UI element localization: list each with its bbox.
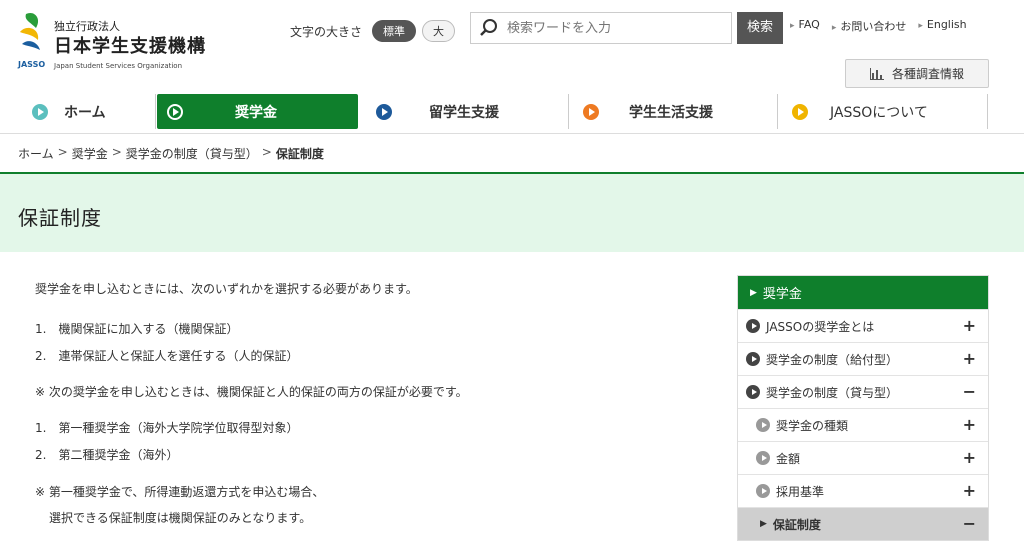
font-size-large-button[interactable]: 大 bbox=[422, 20, 456, 42]
nav-item-scholarship[interactable]: 奨学金 bbox=[157, 94, 358, 129]
font-size-switcher: 文字の大きさ 標準 大 bbox=[290, 20, 456, 42]
play-circle-icon bbox=[756, 418, 770, 432]
breadcrumb-separator-icon: > bbox=[111, 145, 122, 159]
list-item: 1. 機関保証に加入する（機関保証） bbox=[35, 322, 239, 336]
font-size-label: 文字の大きさ bbox=[290, 24, 363, 39]
sidebar-item-scholarship-types[interactable]: 奨学金の種類 + bbox=[738, 408, 988, 441]
nav-label: 奨学金 bbox=[235, 104, 277, 121]
triangle-right-icon: ▶ bbox=[760, 519, 767, 529]
page-title-bar: 保証制度 bbox=[0, 172, 1024, 252]
breadcrumb-scholarship[interactable]: 奨学金 bbox=[72, 145, 108, 162]
play-circle-icon bbox=[746, 385, 760, 399]
logo-english-name: Japan Student Services Organization bbox=[54, 62, 183, 70]
breadcrumb-separator-icon: > bbox=[261, 145, 272, 159]
sidebar-item-amount[interactable]: 金額 + bbox=[738, 441, 988, 474]
note-text: ※ 次の奨学金を申し込むときは、機関保証と人的保証の両方の保証が必要です。 bbox=[35, 385, 468, 399]
play-circle-icon bbox=[756, 451, 770, 465]
note-text: ※ 第一種奨学金で、所得連動返還方式を申込む場合、 bbox=[35, 485, 325, 499]
breadcrumb-separator-icon: > bbox=[57, 145, 68, 159]
english-link[interactable]: English bbox=[918, 18, 967, 34]
sidebar-item-label: 採用基準 bbox=[776, 484, 825, 499]
play-circle-icon bbox=[792, 103, 808, 120]
play-circle-icon bbox=[756, 484, 770, 498]
note-text: 選択できる保証制度は機関保証のみとなります。 bbox=[49, 511, 312, 525]
plus-icon[interactable]: + bbox=[963, 316, 976, 335]
list-item: 2. 第二種奨学金（海外） bbox=[35, 448, 179, 462]
sidebar-item-label: JASSOの奨学金とは bbox=[766, 319, 875, 334]
bar-chart-icon bbox=[869, 67, 884, 80]
play-circle-icon bbox=[746, 352, 760, 366]
sidebar-item-label: 保証制度 bbox=[772, 517, 821, 532]
sidebar-item-criteria[interactable]: 採用基準 + bbox=[738, 474, 988, 507]
plus-icon[interactable]: + bbox=[963, 448, 976, 467]
breadcrumb: ホーム > 奨学金 > 奨学金の制度（貸与型） > 保証制度 bbox=[18, 145, 324, 162]
minus-icon[interactable]: − bbox=[963, 382, 976, 401]
sidebar-item-label: 奨学金の制度（給付型） bbox=[766, 352, 899, 367]
sidebar-nav: ▶ 奨学金 JASSOの奨学金とは + 奨学金の制度（給付型） + 奨学金の制度… bbox=[737, 275, 989, 541]
search-icon bbox=[471, 13, 507, 43]
play-circle-icon bbox=[583, 103, 599, 120]
play-circle-icon bbox=[32, 103, 48, 120]
nav-divider bbox=[0, 133, 1024, 134]
faq-link[interactable]: FAQ bbox=[790, 18, 820, 34]
nav-label: ホーム bbox=[64, 104, 106, 121]
list-item: 2. 連帯保証人と保証人を選任する（人的保証） bbox=[35, 349, 299, 363]
sidebar-item-grant-system[interactable]: 奨学金の制度（給付型） + bbox=[738, 342, 988, 375]
search-box bbox=[470, 12, 732, 44]
sidebar-header-label: 奨学金 bbox=[762, 287, 802, 302]
nav-item-student-life[interactable]: 学生生活支援 bbox=[569, 94, 778, 129]
top-links: FAQ お問い合わせ English bbox=[790, 18, 967, 34]
nav-label: JASSOについて bbox=[830, 104, 928, 121]
play-circle-icon bbox=[376, 103, 392, 120]
site-logo[interactable]: 独立行政法人 日本学生支援機構 JASSO Japan Student Serv… bbox=[14, 8, 214, 70]
survey-info-label: 各種調査情報 bbox=[891, 67, 964, 81]
sidebar-header[interactable]: ▶ 奨学金 bbox=[738, 276, 988, 309]
breadcrumb-home[interactable]: ホーム bbox=[18, 145, 54, 162]
sidebar-item-guarantee-system[interactable]: ▶ 保証制度 − bbox=[738, 507, 988, 540]
intro-text: 奨学金を申し込むときには、次のいずれかを選択する必要があります。 bbox=[35, 282, 418, 296]
play-circle-icon bbox=[746, 319, 760, 333]
sidebar-item-about-scholarship[interactable]: JASSOの奨学金とは + bbox=[738, 309, 988, 342]
play-circle-icon bbox=[167, 103, 183, 120]
survey-info-button[interactable]: 各種調査情報 bbox=[845, 59, 989, 88]
logo-name: 日本学生支援機構 bbox=[54, 36, 206, 57]
triangle-right-icon: ▶ bbox=[750, 287, 757, 298]
minus-icon[interactable]: − bbox=[963, 514, 976, 533]
plus-icon[interactable]: + bbox=[963, 415, 976, 434]
sidebar-item-loan-system[interactable]: 奨学金の制度（貸与型） − bbox=[738, 375, 988, 408]
breadcrumb-current: 保証制度 bbox=[275, 147, 324, 161]
jasso-logo-mark-icon bbox=[20, 12, 40, 50]
nav-item-home[interactable]: ホーム bbox=[18, 94, 156, 129]
list-item: 1. 第一種奨学金（海外大学院学位取得型対象） bbox=[35, 421, 299, 435]
nav-label: 学生生活支援 bbox=[629, 104, 713, 121]
sidebar-item-label: 金額 bbox=[776, 451, 801, 466]
global-nav: ホーム 奨学金 留学生支援 学生生活支援 JASSOについて bbox=[18, 94, 989, 129]
font-size-standard-button[interactable]: 標準 bbox=[372, 20, 417, 42]
nav-item-international-students[interactable]: 留学生支援 bbox=[358, 94, 569, 129]
search-input[interactable] bbox=[507, 20, 717, 36]
page-title: 保証制度 bbox=[18, 206, 102, 230]
breadcrumb-loan-system[interactable]: 奨学金の制度（貸与型） bbox=[126, 145, 258, 162]
nav-item-about-jasso[interactable]: JASSOについて bbox=[778, 94, 988, 129]
contact-link[interactable]: お問い合わせ bbox=[832, 18, 906, 34]
logo-abbr: JASSO bbox=[18, 60, 46, 69]
search-button[interactable]: 検索 bbox=[737, 12, 783, 44]
plus-icon[interactable]: + bbox=[963, 481, 976, 500]
plus-icon[interactable]: + bbox=[963, 349, 976, 368]
sidebar-item-label: 奨学金の種類 bbox=[776, 418, 849, 433]
nav-label: 留学生支援 bbox=[429, 104, 499, 121]
sidebar-item-label: 奨学金の制度（貸与型） bbox=[766, 385, 899, 400]
